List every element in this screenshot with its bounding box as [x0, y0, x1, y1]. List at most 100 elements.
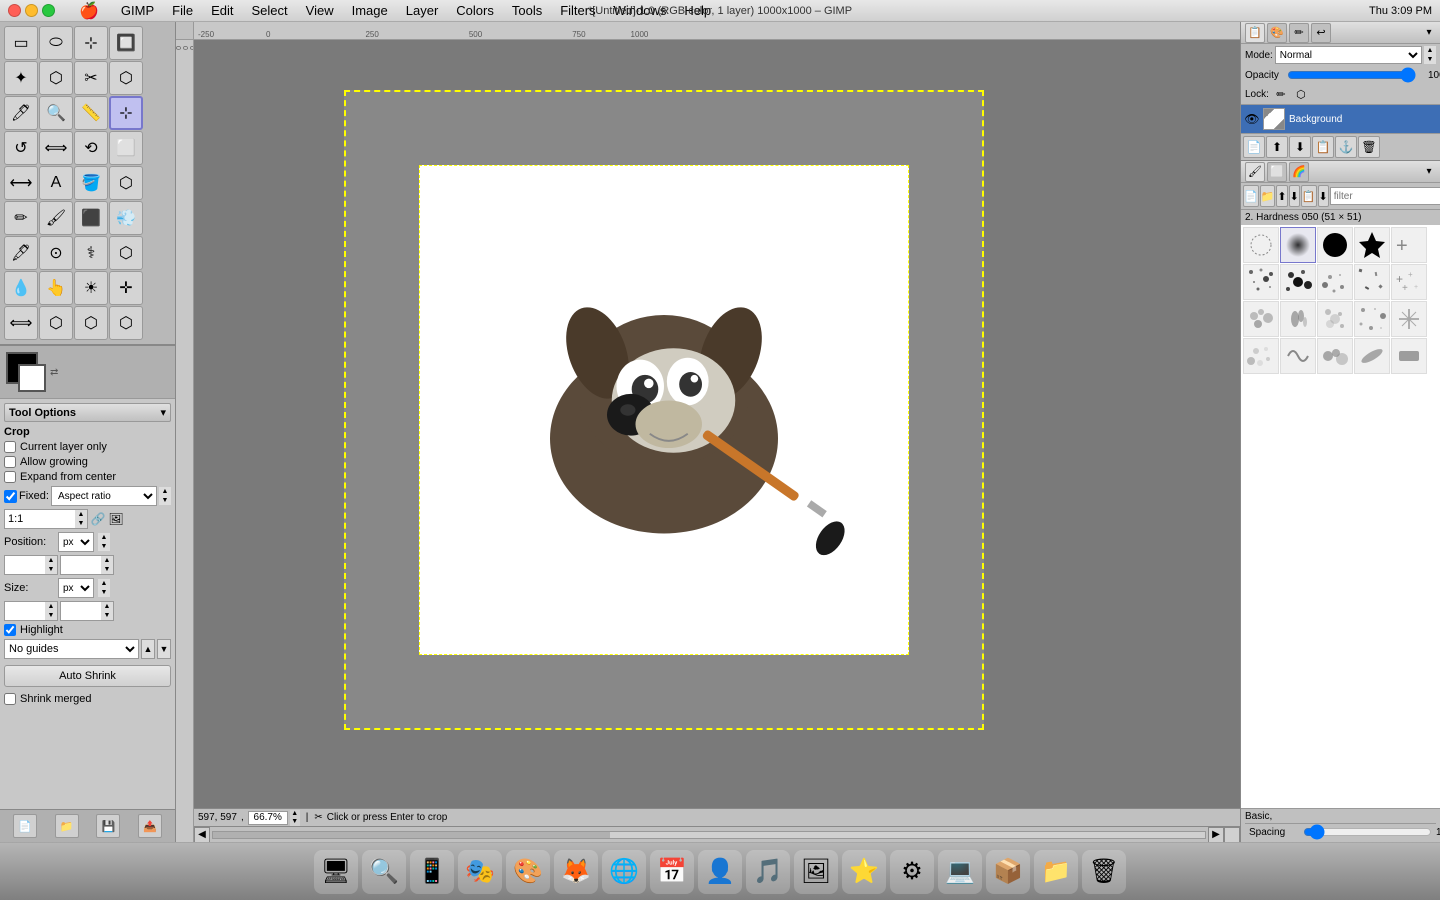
- tool-text[interactable]: A: [39, 166, 73, 200]
- background-color[interactable]: [18, 364, 46, 392]
- menu-file[interactable]: File: [164, 2, 201, 19]
- brush-filter-input[interactable]: [1330, 187, 1440, 205]
- brush-item-7[interactable]: [1280, 264, 1316, 300]
- panel-collapse[interactable]: ▾: [160, 406, 166, 419]
- aspect-value-input[interactable]: [5, 510, 75, 528]
- canvas-scroll[interactable]: [194, 40, 1240, 826]
- size-unit-down[interactable]: ▼: [98, 588, 110, 597]
- pos-x-down[interactable]: ▼: [45, 565, 57, 574]
- lock-pixels-icon[interactable]: ✏: [1273, 86, 1289, 102]
- fixed-type-up[interactable]: ▲: [159, 487, 171, 496]
- brush-item-12[interactable]: [1280, 301, 1316, 337]
- new-image-btn[interactable]: 📄: [13, 814, 37, 838]
- minimize-button[interactable]: [25, 4, 38, 17]
- brush-item-5[interactable]: +: [1391, 227, 1427, 263]
- color-swatch[interactable]: [6, 352, 46, 392]
- dock-downloads[interactable]: 📦: [986, 850, 1030, 894]
- brush-item-11[interactable]: [1243, 301, 1279, 337]
- apple-menu[interactable]: 🍎: [71, 0, 107, 22]
- dock-music[interactable]: 🎵: [746, 850, 790, 894]
- patterns-tab[interactable]: ⬜: [1267, 162, 1287, 182]
- pos-unit-down[interactable]: ▼: [98, 542, 110, 551]
- dock-contacts[interactable]: 👤: [698, 850, 742, 894]
- brushes-tab-active[interactable]: 🖌: [1245, 162, 1265, 182]
- tool-perspective[interactable]: ⬜: [109, 131, 143, 165]
- menu-tools[interactable]: Tools: [504, 2, 550, 19]
- brushes-grid[interactable]: +: [1241, 225, 1440, 808]
- opacity-slider[interactable]: [1287, 68, 1416, 82]
- lower-layer-btn[interactable]: ⬇: [1289, 136, 1311, 158]
- lock-alpha-icon[interactable]: ⬡: [1293, 86, 1309, 102]
- menu-edit[interactable]: Edit: [203, 2, 241, 19]
- new-brush-btn[interactable]: 📄: [1243, 185, 1259, 207]
- position-unit-select[interactable]: px: [58, 532, 94, 552]
- zoom-down-btn[interactable]: ▼: [290, 818, 300, 826]
- spacing-slider[interactable]: [1303, 826, 1432, 838]
- tool-blend[interactable]: ⬡: [109, 166, 143, 200]
- layer-visibility-icon[interactable]: 👁: [1245, 112, 1259, 126]
- channels-tab[interactable]: 🎨: [1267, 23, 1287, 43]
- dock-trash[interactable]: 🗑: [1082, 850, 1126, 894]
- zoom-up-btn[interactable]: ▲: [290, 810, 300, 818]
- brush-item-18[interactable]: [1317, 338, 1353, 374]
- copy-brush-btn[interactable]: ⬇: [1289, 185, 1300, 207]
- size-unit-up[interactable]: ▲: [98, 579, 110, 588]
- dock-photos[interactable]: 🖼: [794, 850, 838, 894]
- brush-item-14[interactable]: [1354, 301, 1390, 337]
- paste-brush-btn[interactable]: 📋: [1301, 185, 1317, 207]
- mode-down[interactable]: ▼: [1424, 55, 1436, 64]
- tool-align[interactable]: ⟺: [4, 306, 38, 340]
- aspect-up[interactable]: ▲: [75, 510, 87, 519]
- size-w-up[interactable]: ▲: [45, 602, 57, 611]
- dock-calendar[interactable]: 📅: [650, 850, 694, 894]
- brushes-menu-btn[interactable]: ▾: [1422, 165, 1436, 179]
- dock-settings[interactable]: ⚙: [890, 850, 934, 894]
- open-image-btn[interactable]: 📁: [55, 814, 79, 838]
- tool-unified-transform[interactable]: ⬡: [109, 306, 143, 340]
- pos-y-up[interactable]: ▲: [101, 556, 113, 565]
- tool-measure[interactable]: 📏: [74, 96, 108, 130]
- tool-rect-select[interactable]: ▭: [4, 26, 38, 60]
- highlight-label[interactable]: Highlight: [20, 624, 63, 636]
- tool-clone[interactable]: ⊙: [39, 236, 73, 270]
- maximize-button[interactable]: [42, 4, 55, 17]
- current-layer-only-label[interactable]: Current layer only: [20, 441, 107, 453]
- size-w-down[interactable]: ▼: [45, 611, 57, 620]
- tool-airbrush[interactable]: 💨: [109, 201, 143, 235]
- size-h-down[interactable]: ▼: [101, 611, 113, 620]
- brush-item-9[interactable]: [1354, 264, 1390, 300]
- blend-mode-select[interactable]: Normal Multiply Screen: [1275, 46, 1422, 64]
- guides-arrow-down[interactable]: ▼: [157, 639, 171, 659]
- brush-item-17[interactable]: [1280, 338, 1316, 374]
- tool-fuzzy-select[interactable]: ✦: [4, 61, 38, 95]
- close-button[interactable]: [8, 4, 21, 17]
- tool-ellipse-select[interactable]: ⬭: [39, 26, 73, 60]
- portrait-icon[interactable]: 🔗: [90, 511, 106, 527]
- tool-zoom[interactable]: 🔍: [39, 96, 73, 130]
- delete-brush-btn[interactable]: ⬇: [1318, 185, 1329, 207]
- brush-item-13[interactable]: [1317, 301, 1353, 337]
- brush-item-4[interactable]: [1354, 227, 1390, 263]
- refresh-brushes-btn[interactable]: ⬆: [1276, 185, 1287, 207]
- tool-flip[interactable]: ⟷: [4, 166, 38, 200]
- dock-theater[interactable]: 🎭: [458, 850, 502, 894]
- brush-item-16[interactable]: [1243, 338, 1279, 374]
- brush-item-20[interactable]: [1391, 338, 1427, 374]
- anchor-layer-btn[interactable]: ⚓: [1335, 136, 1357, 158]
- fixed-type-select[interactable]: Aspect ratio Size: [51, 486, 157, 506]
- save-image-btn[interactable]: 💾: [96, 814, 120, 838]
- menu-colors[interactable]: Colors: [448, 2, 502, 19]
- fixed-type-down[interactable]: ▼: [159, 496, 171, 505]
- brush-item-3[interactable]: [1317, 227, 1353, 263]
- tool-warp-transform[interactable]: ⬡: [39, 306, 73, 340]
- export-image-btn[interactable]: 📤: [138, 814, 162, 838]
- fixed-checkbox[interactable]: [4, 490, 17, 503]
- pos-y-down[interactable]: ▼: [101, 565, 113, 574]
- pos-x-up[interactable]: ▲: [45, 556, 57, 565]
- tool-ink[interactable]: 🖋: [4, 236, 38, 270]
- expand-from-center-label[interactable]: Expand from center: [20, 471, 116, 483]
- brush-item-2[interactable]: [1280, 227, 1316, 263]
- position-x-input[interactable]: 192: [5, 556, 45, 574]
- tool-free-select[interactable]: ⊹: [74, 26, 108, 60]
- window-controls[interactable]: [8, 4, 55, 17]
